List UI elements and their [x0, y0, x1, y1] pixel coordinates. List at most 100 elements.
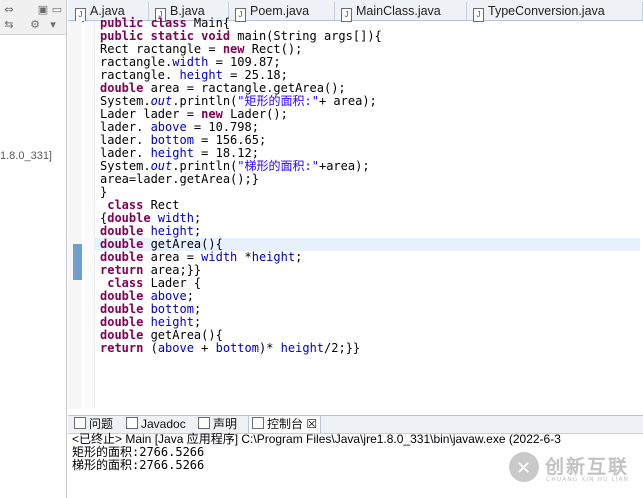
code-token: ; [295, 250, 303, 264]
line-number-ruler [84, 21, 95, 409]
code-token: double [100, 315, 151, 329]
code-token: width [201, 250, 238, 264]
tab-console[interactable]: 控制台 ☒ [248, 415, 322, 433]
code-token: above [157, 341, 194, 355]
tab-problems[interactable]: 问题 [74, 416, 113, 433]
code-token: return [100, 341, 151, 355]
minimize-icon[interactable]: ▭ [50, 4, 64, 16]
code-line[interactable]: area=lader.getArea();} [100, 173, 640, 186]
filter-icon[interactable]: ⚙ [28, 19, 42, 31]
code-token: return [100, 263, 151, 277]
code-token: = 18.12; [193, 146, 259, 160]
code-token: Rect(); [251, 42, 303, 56]
code-token: above [150, 289, 187, 303]
code-token: = 109.87; [208, 55, 281, 69]
code-token: + [193, 341, 216, 355]
code-token: class [100, 198, 151, 212]
code-token: "矩形的面积:" [237, 94, 319, 108]
change-marker [73, 244, 82, 280]
problems-icon [74, 417, 86, 429]
code-line[interactable]: } [100, 186, 640, 199]
code-token: Main{ [193, 16, 231, 30]
code-token: double [100, 224, 151, 238]
watermark-logo: ✕ 创新互联 CHUANG XIN HU LIAN [509, 450, 639, 490]
code-token: Lader { [150, 276, 202, 290]
code-token: area=lader.getArea();} [100, 172, 259, 186]
code-token: height [150, 315, 194, 329]
code-editor[interactable]: public class Main{public static void mai… [94, 16, 640, 355]
chevron-down-icon[interactable]: ▾ [46, 19, 60, 31]
code-token: +area); [318, 159, 370, 173]
view-menu-icon[interactable]: ▣ [36, 4, 50, 16]
code-token: ractangle. [100, 68, 180, 82]
collapse-all-icon[interactable]: ⇔ [2, 4, 16, 16]
code-token: new [222, 42, 252, 56]
code-token: "梯形的面积:" [237, 159, 319, 173]
code-token: = 25.18; [222, 68, 288, 82]
editor-gutter[interactable] [68, 21, 82, 409]
tab-javadoc[interactable]: Javadoc [126, 416, 186, 433]
javadoc-icon [126, 417, 138, 429]
logo-text: 创新互联 [545, 456, 630, 478]
code-token: new [201, 107, 231, 121]
code-token: height [251, 250, 296, 264]
code-token: + area); [318, 94, 377, 108]
logo-mark-icon: ✕ [509, 452, 539, 482]
code-token: height [150, 224, 194, 238]
code-token: ; [193, 211, 202, 225]
code-token: double [100, 81, 151, 95]
code-token: above [150, 120, 187, 134]
code-token: bottom [215, 341, 259, 355]
console-icon [252, 417, 264, 429]
code-token: getArea(){ [150, 328, 223, 342]
code-token: bottom [150, 302, 194, 316]
code-token: height [179, 68, 223, 82]
code-token: double [100, 237, 151, 251]
tab-declaration[interactable]: 声明 [198, 416, 237, 433]
code-token: ( [150, 341, 158, 355]
code-token: class [100, 276, 151, 290]
code-token: * [237, 250, 252, 264]
code-token: lader. [100, 133, 151, 147]
code-token: System. [100, 94, 151, 108]
jre-system-library-label[interactable]: 1.8.0_331] [0, 150, 52, 162]
code-token: area = [150, 250, 202, 264]
code-token: out [150, 159, 173, 173]
code-token: Lader(); [230, 107, 288, 121]
code-token: ; [193, 315, 202, 329]
code-token: double [100, 289, 151, 303]
code-token: height [280, 341, 325, 355]
code-token: .println( [172, 159, 238, 173]
code-token: .println( [172, 94, 238, 108]
code-token: double [100, 328, 151, 342]
code-token: public static void [100, 29, 238, 43]
declaration-icon [198, 417, 210, 429]
code-token: double [107, 211, 158, 225]
code-token: double [100, 302, 151, 316]
code-token: )* [258, 341, 281, 355]
code-token: Rect [150, 198, 180, 212]
code-token: ractangle. [100, 55, 173, 69]
logo-subtext: CHUANG XIN HU LIAN [546, 476, 630, 483]
code-token: width [157, 211, 194, 225]
package-explorer-toolbar: ⇔ ▣ ▭ ⇆ ⚙ ▾ [0, 0, 66, 35]
code-token: area;}} [150, 263, 202, 277]
code-token: main(String args[]){ [237, 29, 382, 43]
code-token: ; [186, 289, 194, 303]
code-token: out [150, 94, 173, 108]
code-token: height [150, 146, 194, 160]
code-token: bottom [150, 133, 194, 147]
link-editor-icon[interactable]: ⇆ [2, 19, 16, 31]
code-line[interactable]: return (above + bottom)* height/2;}} [100, 342, 640, 355]
code-token: Rect ractangle = [100, 42, 223, 56]
code-token: System. [100, 159, 151, 173]
package-explorer-pane: ⇔ ▣ ▭ ⇆ ⚙ ▾ 1.8.0_331] [0, 0, 67, 498]
console-header: <已终止> Main [Java 应用程序] C:\Program Files\… [72, 432, 561, 446]
code-token: ; [193, 224, 202, 238]
code-token: /2;}} [324, 341, 361, 355]
code-token: = 156.65; [193, 133, 267, 147]
code-token: getArea(){ [150, 237, 223, 251]
code-token: = 10.798; [186, 120, 259, 134]
code-token: lader. [100, 146, 151, 160]
code-token: lader. [100, 120, 151, 134]
